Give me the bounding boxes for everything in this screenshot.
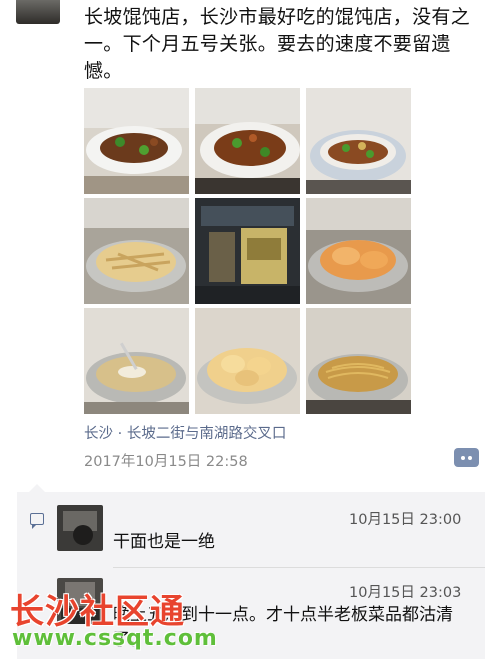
photo-grid: [84, 88, 412, 414]
photo-8[interactable]: [195, 308, 300, 414]
comment-time: 10月15日 23:03: [349, 585, 462, 601]
watermark-url: www.cssqt.com: [12, 626, 218, 651]
dot-icon: [468, 455, 472, 460]
comment-text: 干面也是一绝: [113, 532, 215, 552]
photo-3[interactable]: [306, 88, 411, 194]
post-timestamp: 2017年10月15日 22:58: [84, 454, 248, 470]
comment-time: 10月15日 23:00: [349, 512, 462, 528]
comment-icon: [30, 513, 44, 529]
photo-5[interactable]: [195, 198, 300, 304]
poster-avatar[interactable]: [16, 0, 60, 24]
watermark: 长沙社区通 www.cssqt.com: [10, 584, 240, 659]
photo-6[interactable]: [306, 198, 411, 304]
commenter-avatar[interactable]: [57, 505, 103, 551]
photo-7[interactable]: [84, 308, 189, 414]
photo-1[interactable]: [84, 88, 189, 194]
comment-divider: [113, 567, 485, 568]
comments-arrow: [29, 484, 45, 492]
more-options-button[interactable]: [454, 448, 479, 467]
dot-icon: [461, 455, 465, 460]
photo-9[interactable]: [306, 308, 411, 414]
photo-2[interactable]: [195, 88, 300, 194]
location-link[interactable]: 长沙 · 长坡二街与南湖路交叉口: [84, 422, 286, 443]
photo-4[interactable]: [84, 198, 189, 304]
post-text: 长坡馄饨店，长沙市最好吃的馄饨店，没有之一。下个月五号关张。要去的速度不要留遗憾…: [84, 6, 471, 82]
